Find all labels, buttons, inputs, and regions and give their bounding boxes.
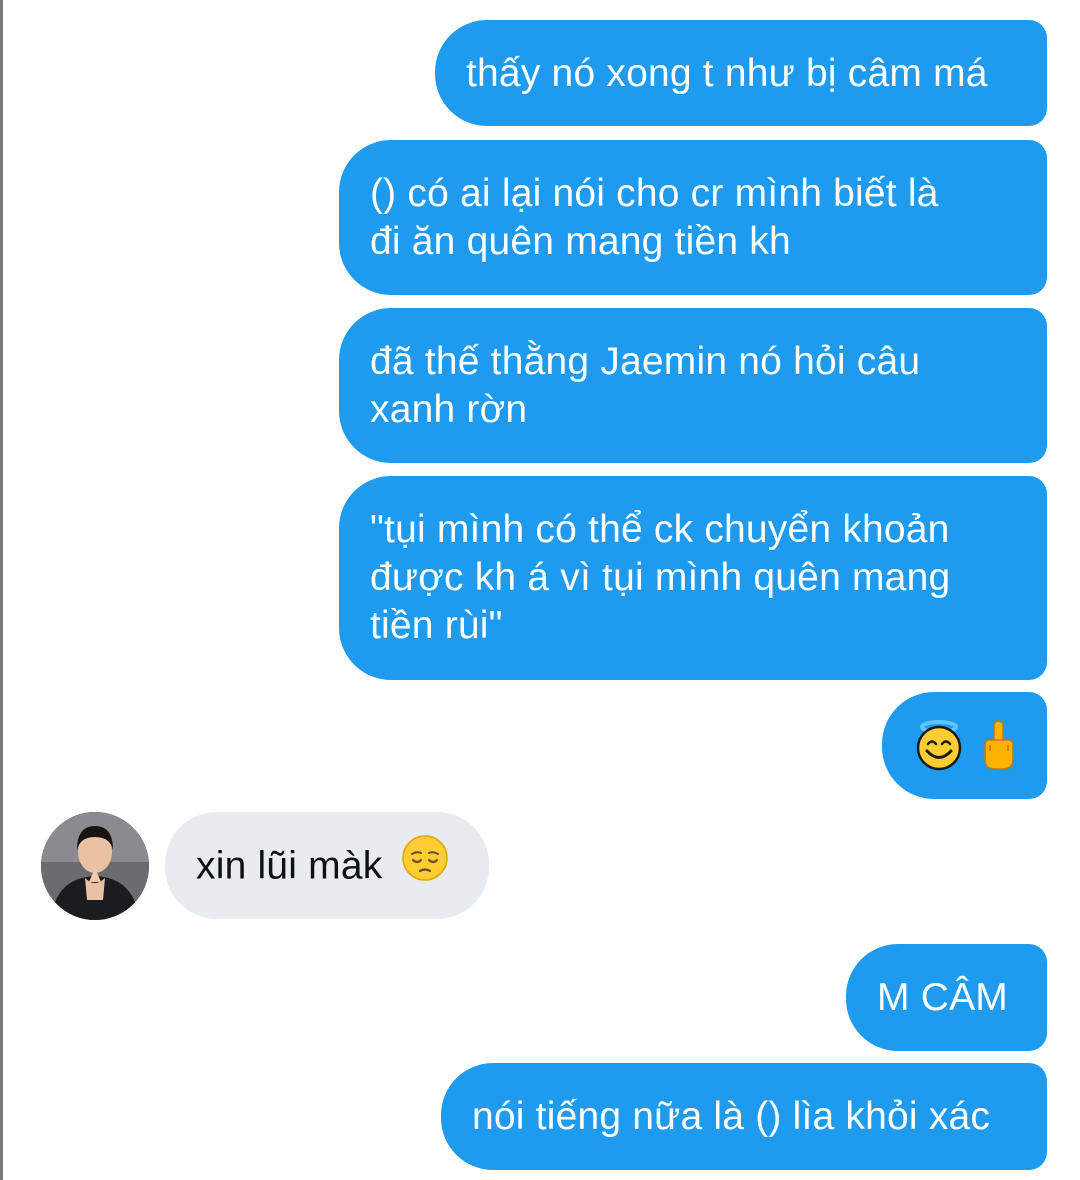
message-text: xin lũi màk (196, 844, 383, 888)
smiling-face-with-halo-icon (913, 719, 965, 783)
outgoing-message-bubble[interactable]: thấy nó xong t như bị câm má (435, 20, 1047, 126)
message-text-line: đi ăn quên mang tiền kh (370, 220, 791, 263)
message-text: M CÂM (877, 976, 1008, 1019)
message-text-line: tiền rùi" (370, 604, 503, 647)
message-text-line: () có ai lại nói cho cr mình biết là (370, 172, 939, 215)
message-text: nói tiếng nữa là () lìa khỏi xác (472, 1095, 991, 1138)
incoming-message-bubble[interactable]: xin lũi màk (165, 812, 489, 919)
message-text-line: "tụi mình có thể ck chuyển khoản (370, 508, 950, 551)
outgoing-message-bubble[interactable]: "tụi mình có thể ck chuyển khoản được kh… (339, 476, 1047, 680)
contact-avatar[interactable] (41, 812, 149, 920)
pensive-face-icon (401, 834, 449, 894)
outgoing-message-bubble[interactable]: nói tiếng nữa là () lìa khỏi xác (441, 1063, 1047, 1170)
outgoing-message-bubble[interactable]: () có ai lại nói cho cr mình biết là đi … (339, 140, 1047, 295)
message-text-line: xanh rờn (370, 388, 528, 431)
outgoing-message-bubble[interactable]: M CÂM (846, 944, 1047, 1051)
message-text-line: được kh á vì tụi mình quên mang (370, 556, 951, 599)
outgoing-message-bubble[interactable]: đã thế thằng Jaemin nó hỏi câu xanh rờn (339, 308, 1047, 463)
message-text-line: đã thế thằng Jaemin nó hỏi câu (370, 340, 921, 383)
message-text: thấy nó xong t như bị câm má (466, 52, 988, 95)
outgoing-emoji-bubble[interactable] (882, 692, 1047, 799)
chat-screen: thấy nó xong t như bị câm má () có ai lạ… (0, 0, 1080, 1180)
middle-finger-icon (980, 719, 1016, 783)
